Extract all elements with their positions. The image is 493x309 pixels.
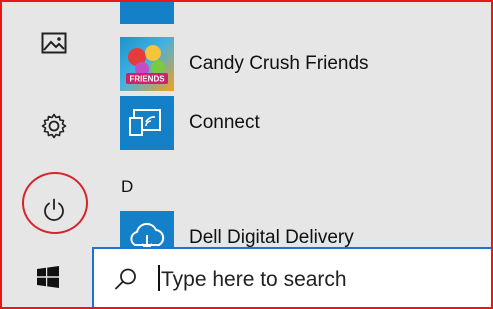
text-caret (158, 265, 160, 291)
connect-icon (120, 96, 174, 150)
section-header-d[interactable]: D (121, 177, 133, 197)
app-label-candy-crush-friends: Candy Crush Friends (189, 53, 369, 74)
taskbar: Type here to search (2, 247, 491, 307)
power-annotation-circle (22, 172, 88, 234)
app-item-connect[interactable]: Connect (120, 95, 491, 151)
windows-logo-icon (37, 266, 59, 288)
dell-cloud-icon (120, 211, 174, 247)
app-label-dell-digital-delivery: Dell Digital Delivery (189, 227, 354, 247)
start-menu-window: FRIENDS Candy Crush Friends Connect D De… (0, 0, 493, 309)
app-label-connect: Connect (189, 112, 260, 133)
app-item-candy-crush-friends[interactable]: FRIENDS Candy Crush Friends (120, 36, 491, 92)
app-item-dell-digital-delivery[interactable]: Dell Digital Delivery (120, 210, 491, 247)
settings-gear-icon[interactable] (37, 109, 71, 143)
start-menu-rail (2, 2, 105, 247)
app-list: FRIENDS Candy Crush Friends Connect D De… (105, 2, 491, 247)
photos-icon[interactable] (37, 26, 71, 60)
search-input[interactable]: Type here to search (161, 268, 347, 292)
search-icon (115, 268, 136, 290)
start-button[interactable] (2, 247, 94, 307)
search-box[interactable]: Type here to search (92, 247, 491, 307)
app-tile-partial[interactable] (120, 2, 174, 24)
candy-crush-friends-icon: FRIENDS (120, 37, 174, 91)
candy-tile-text: FRIENDS (129, 75, 165, 84)
